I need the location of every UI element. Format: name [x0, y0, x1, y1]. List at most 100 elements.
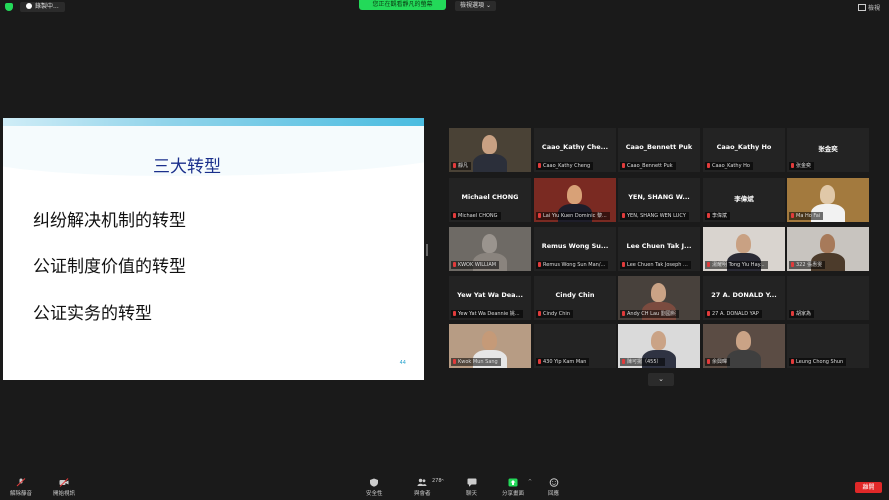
share-screen-label: 分享畫面: [502, 491, 525, 497]
participant-name: Caao_Bennett Puk: [627, 163, 673, 169]
gallery-next-page-button[interactable]: ⌄: [648, 373, 674, 386]
participant-name-label: Yew Yat Wa Deannie 姚...: [451, 310, 523, 318]
participant-name-label: Andy CH Lau 劉國熙: [620, 310, 679, 318]
mic-muted-icon: [538, 213, 541, 218]
participant-display-name: Remus Wong Su...: [541, 242, 609, 250]
participant-tile[interactable]: Cindy Chin Cindy Chin: [534, 276, 616, 320]
mic-muted-icon: [622, 213, 625, 218]
participant-display-name: 27 A. DONALD Y...: [711, 291, 777, 299]
participant-tile[interactable]: 27 A. DONALD Y... 27 A. DONALD YAP: [703, 276, 785, 320]
mic-muted-icon: [791, 213, 794, 218]
share-screen-button[interactable]: 分享畫面 ^: [502, 478, 532, 497]
participant-tile[interactable]: Lee Chuen Tak J... Lee Chuen Tak Joseph .…: [618, 227, 700, 271]
shield-icon: [370, 478, 379, 487]
participant-tile[interactable]: YEN, SHANG W... YEN, SHANG WEN LUCY: [618, 178, 700, 222]
participant-name-label: 张金奕: [789, 162, 815, 170]
participant-name-label: YEN, SHANG WEN LUCY: [620, 212, 689, 220]
participant-body: [473, 154, 507, 172]
participant-name: Andy CH Lau 劉國熙: [627, 311, 676, 317]
unmute-button[interactable]: 解除靜音: [10, 478, 32, 497]
participant-name: Kwok Mun Sang: [458, 359, 498, 365]
participant-head: [482, 234, 497, 253]
participant-name-label: 湯耀明 Tong Yiu Hay...: [705, 261, 768, 269]
participant-tile[interactable]: Kwok Mun Sang: [449, 324, 531, 368]
participant-name: Yew Yat Wa Deannie 姚...: [458, 311, 520, 317]
security-label: 安全性: [366, 491, 383, 497]
participant-tile[interactable]: Caao_Bennett Puk Caao_Bennett Puk: [618, 128, 700, 172]
participant-tile[interactable]: 靜凡: [449, 128, 531, 172]
participant-tile[interactable]: 322 張惠雯: [787, 227, 869, 271]
mic-muted-icon: [791, 163, 794, 168]
share-screen-icon: [508, 478, 518, 487]
mic-muted-icon: [622, 311, 625, 316]
participant-name: 430 Yip Kam Man: [543, 359, 587, 365]
grid-icon: [858, 4, 866, 11]
participant-head: [651, 283, 666, 302]
participant-tile[interactable]: Caao_Kathy Che... Caao_Kathy Cheng: [534, 128, 616, 172]
participant-display-name: Michael CHONG: [461, 193, 519, 201]
participant-tile[interactable]: 余興暉: [703, 324, 785, 368]
mic-muted-icon: [538, 359, 541, 364]
start-video-button[interactable]: 開始視訊: [53, 478, 75, 497]
chevron-down-icon: ⌄: [658, 375, 664, 383]
participant-head: [567, 185, 582, 204]
participant-head: [482, 135, 497, 154]
mic-muted-icon: [538, 311, 541, 316]
participant-name: YEN, SHANG WEN LUCY: [627, 213, 686, 219]
shield-icon[interactable]: [5, 3, 13, 11]
participant-name: 湯耀明 Tong Yiu Hay...: [712, 262, 765, 268]
participant-tile[interactable]: 胡家為: [787, 276, 869, 320]
slide-page-number: 44: [399, 360, 406, 366]
reactions-label: 回應: [548, 491, 560, 497]
participant-tile[interactable]: Leung Chong Shun: [787, 324, 869, 368]
participant-name: Lai Yiu Kuen Dominic 黎...: [543, 213, 607, 219]
participant-name-label: 余興暉: [705, 358, 731, 366]
participant-name-label: Caao_Kathy Cheng: [536, 162, 594, 170]
participant-tile[interactable]: Remus Wong Su... Remus Wong Sun Man/...: [534, 227, 616, 271]
participant-tile[interactable]: Yew Yat Wa Dea... Yew Yat Wa Deannie 姚...: [449, 276, 531, 320]
reactions-button[interactable]: 回應: [548, 478, 559, 497]
participant-tile[interactable]: 张金奕 张金奕: [787, 128, 869, 172]
participant-name: 陳可揚（455）: [627, 359, 662, 365]
view-options-button[interactable]: 檢視選項 ⌄: [455, 1, 496, 11]
participant-name: Caao_Kathy Ho: [712, 163, 750, 169]
participant-name: 张金奕: [796, 163, 812, 169]
security-button[interactable]: 安全性: [366, 478, 383, 497]
leave-meeting-button[interactable]: 離開: [855, 482, 882, 493]
participant-tile[interactable]: Andy CH Lau 劉國熙: [618, 276, 700, 320]
mic-muted-icon: [791, 311, 794, 316]
mic-muted-icon: [622, 163, 625, 168]
mic-muted-icon: [791, 262, 794, 267]
participant-tile[interactable]: 430 Yip Kam Man: [534, 324, 616, 368]
participant-name: 27 A. DONALD YAP: [712, 311, 759, 317]
chat-button[interactable]: 聊天: [466, 478, 477, 497]
participant-display-name: 张金奕: [818, 145, 838, 153]
mic-muted-icon: [16, 478, 26, 487]
chevron-up-icon[interactable]: ^: [528, 479, 532, 485]
participant-body: [727, 350, 761, 368]
participant-tile[interactable]: Ma Ho Fai: [787, 178, 869, 222]
participant-tile[interactable]: 陳可揚（455）: [618, 324, 700, 368]
top-bar: 錄製中... 您正在觀看靜凡的螢幕 檢視選項 ⌄ 檢視: [0, 0, 889, 14]
participant-tile[interactable]: 湯耀明 Tong Yiu Hay...: [703, 227, 785, 271]
chat-label: 聊天: [466, 491, 478, 497]
slide-line-3: 公证实务的转型: [33, 304, 152, 324]
participant-name-label: Ma Ho Fai: [789, 212, 824, 220]
recording-icon: [26, 3, 32, 9]
participant-name-label: Remus Wong Sun Man/...: [536, 261, 609, 269]
participant-tile[interactable]: Lai Yiu Kuen Dominic 黎...: [534, 178, 616, 222]
chevron-up-icon[interactable]: ^: [440, 479, 444, 485]
participant-tile[interactable]: Caao_Kathy Ho Caao_Kathy Ho: [703, 128, 785, 172]
participants-button[interactable]: 與會者 278 ^: [414, 478, 445, 497]
reaction-icon: [549, 478, 558, 487]
view-button[interactable]: 檢視: [858, 3, 880, 12]
participant-tile[interactable]: KWOK WILLIAM: [449, 227, 531, 271]
participant-name: Caao_Kathy Cheng: [543, 163, 591, 169]
participant-tile[interactable]: Michael CHONG Michael CHONG: [449, 178, 531, 222]
split-resize-handle[interactable]: [426, 244, 428, 256]
participant-head: [736, 331, 751, 350]
participant-name: Remus Wong Sun Man/...: [543, 262, 606, 268]
view-options-label: 檢視選項: [460, 2, 485, 9]
recording-indicator[interactable]: 錄製中...: [20, 2, 65, 12]
participant-tile[interactable]: 李偉斌 李偉斌: [703, 178, 785, 222]
